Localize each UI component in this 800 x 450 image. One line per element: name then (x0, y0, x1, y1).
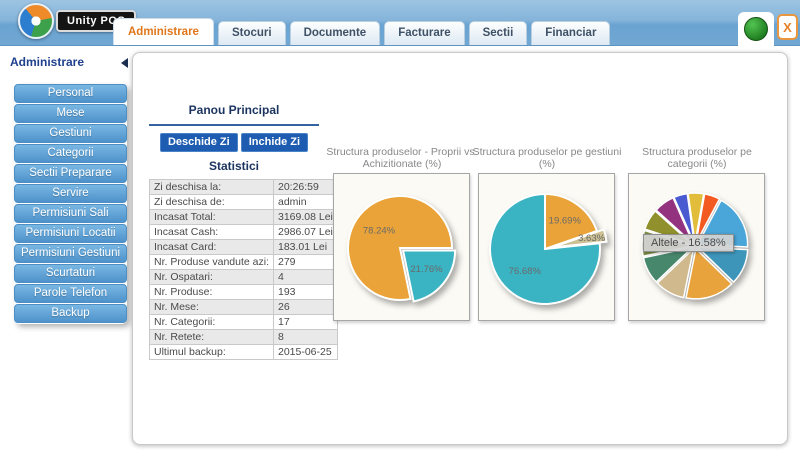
chart-proprii-vs-achizitionate: Structura produselor - Proprii vs. Achiz… (326, 139, 478, 321)
pie-chart-proprii-achizitionate[interactable]: 21.76% 78.24% (333, 173, 470, 321)
main-tab-bar: AdministrareStocuriDocumenteFacturareSec… (113, 18, 610, 45)
top-bar: Unity POS AdministrareStocuriDocumenteFa… (0, 0, 800, 46)
sidebar-item-mese[interactable]: Mese (14, 104, 127, 123)
tab-stocuri[interactable]: Stocuri (218, 21, 286, 45)
stat-label: Nr. Ospatari: (150, 270, 274, 285)
stat-value: 8 (273, 330, 337, 345)
sidebar-item-permisiuni-gestiuni[interactable]: Permisiuni Gestiuni (14, 244, 127, 263)
stat-label: Nr. Categorii: (150, 315, 274, 330)
chart-title: Structura produselor pe gestiuni (%) (471, 139, 623, 171)
chart-categorii: Structura produselor pe categorii (%) Al… (621, 139, 773, 321)
sidebar-menu: PersonalMeseGestiuniCategoriiSectii Prep… (14, 84, 127, 324)
stat-label: Nr. Retete: (150, 330, 274, 345)
table-row: Nr. Produse vandute azi:279 (150, 255, 338, 270)
stat-label: Nr. Mese: (150, 300, 274, 315)
status-green-light-icon (744, 17, 768, 41)
sidebar-item-categorii[interactable]: Categorii (14, 144, 127, 163)
table-row: Nr. Categorii:17 (150, 315, 338, 330)
sidebar-item-backup[interactable]: Backup (14, 304, 127, 323)
table-row: Zi deschisa la:20:26:59 (150, 180, 338, 195)
sidebar-item-servire[interactable]: Servire (14, 184, 127, 203)
sidebar-title: Administrare (10, 55, 84, 69)
chart-gestiuni: Structura produselor pe gestiuni (%) 19.… (471, 139, 623, 321)
chart-title: Structura produselor pe categorii (%) (621, 139, 773, 171)
stat-label: Ultimul backup: (150, 345, 274, 360)
tab-administrare[interactable]: Administrare (113, 18, 214, 45)
slice-label: 3.63% (578, 233, 605, 244)
stat-label: Zi deschisa la: (150, 180, 274, 195)
tab-sectii[interactable]: Sectii (469, 21, 528, 45)
sidebar-item-parole-telefon[interactable]: Parole Telefon (14, 284, 127, 303)
statistics-table: Zi deschisa la:20:26:59Zi deschisa de:ad… (149, 179, 338, 360)
table-row: Incasat Cash:2986.07 Lei (150, 225, 338, 240)
tab-financiar[interactable]: Financiar (531, 21, 610, 45)
table-row: Ultimul backup:2015-06-25 (150, 345, 338, 360)
panel-title: Panou Principal (149, 103, 319, 117)
slice-label: 78.24% (363, 225, 396, 236)
slice-label: 21.76% (410, 264, 443, 275)
table-row: Nr. Retete:8 (150, 330, 338, 345)
table-row: Incasat Card:183.01 Lei (150, 240, 338, 255)
stat-label: Incasat Cash: (150, 225, 274, 240)
stat-label: Incasat Card: (150, 240, 274, 255)
pie-chart-gestiuni[interactable]: 19.69% 3.63% 76.68% (478, 173, 615, 321)
sidebar-item-gestiuni[interactable]: Gestiuni (14, 124, 127, 143)
status-light-holder[interactable] (738, 12, 774, 46)
slice-label: 19.69% (549, 216, 582, 227)
tab-documente[interactable]: Documente (290, 21, 381, 45)
sidebar-item-scurtaturi[interactable]: Scurtaturi (14, 264, 127, 283)
sidebar-item-permisiuni-sali[interactable]: Permisiuni Sali (14, 204, 127, 223)
tab-facturare[interactable]: Facturare (384, 21, 464, 45)
stat-label: Nr. Produse: (150, 285, 274, 300)
sidebar-item-personal[interactable]: Personal (14, 84, 127, 103)
close-day-button[interactable]: Inchide Zi (241, 133, 308, 152)
table-row: Nr. Mese:26 (150, 300, 338, 315)
stat-value: 2015-06-25 (273, 345, 337, 360)
stat-label: Nr. Produse vandute azi: (150, 255, 274, 270)
slice-label: 76.68% (509, 266, 542, 277)
unity-pos-window: Unity POS AdministrareStocuriDocumenteFa… (0, 0, 800, 450)
main-content-panel: Panou Principal Deschide Zi Inchide Zi S… (132, 52, 788, 445)
close-icon: X (783, 20, 792, 35)
sidebar-item-sectii-preparare[interactable]: Sectii Preparare (14, 164, 127, 183)
table-row: Incasat Total:3169.08 Lei (150, 210, 338, 225)
table-row: Nr. Ospatari:4 (150, 270, 338, 285)
statistics-title: Statistici (149, 159, 319, 173)
close-button[interactable]: X (777, 14, 798, 40)
pie-slice[interactable] (403, 251, 455, 302)
sidebar-item-permisiuni-locatii[interactable]: Permisiuni Locatii (14, 224, 127, 243)
pie-tooltip: Altele - 16.58% (643, 234, 734, 252)
unity-pos-logo-icon (18, 3, 54, 39)
title-divider (149, 124, 319, 126)
sidebar-collapse-arrow-icon[interactable] (121, 58, 128, 68)
dashboard-column: Panou Principal Deschide Zi Inchide Zi S… (149, 103, 319, 360)
open-day-button[interactable]: Deschide Zi (160, 133, 238, 152)
chart-title: Structura produselor - Proprii vs. Achiz… (326, 139, 478, 171)
stat-label: Zi deschisa de: (150, 195, 274, 210)
table-row: Zi deschisa de:admin (150, 195, 338, 210)
day-buttons-row: Deschide Zi Inchide Zi (149, 133, 319, 152)
pie-chart-categorii[interactable]: Altele - 16.58% (628, 173, 765, 321)
table-row: Nr. Produse:193 (150, 285, 338, 300)
stat-label: Incasat Total: (150, 210, 274, 225)
